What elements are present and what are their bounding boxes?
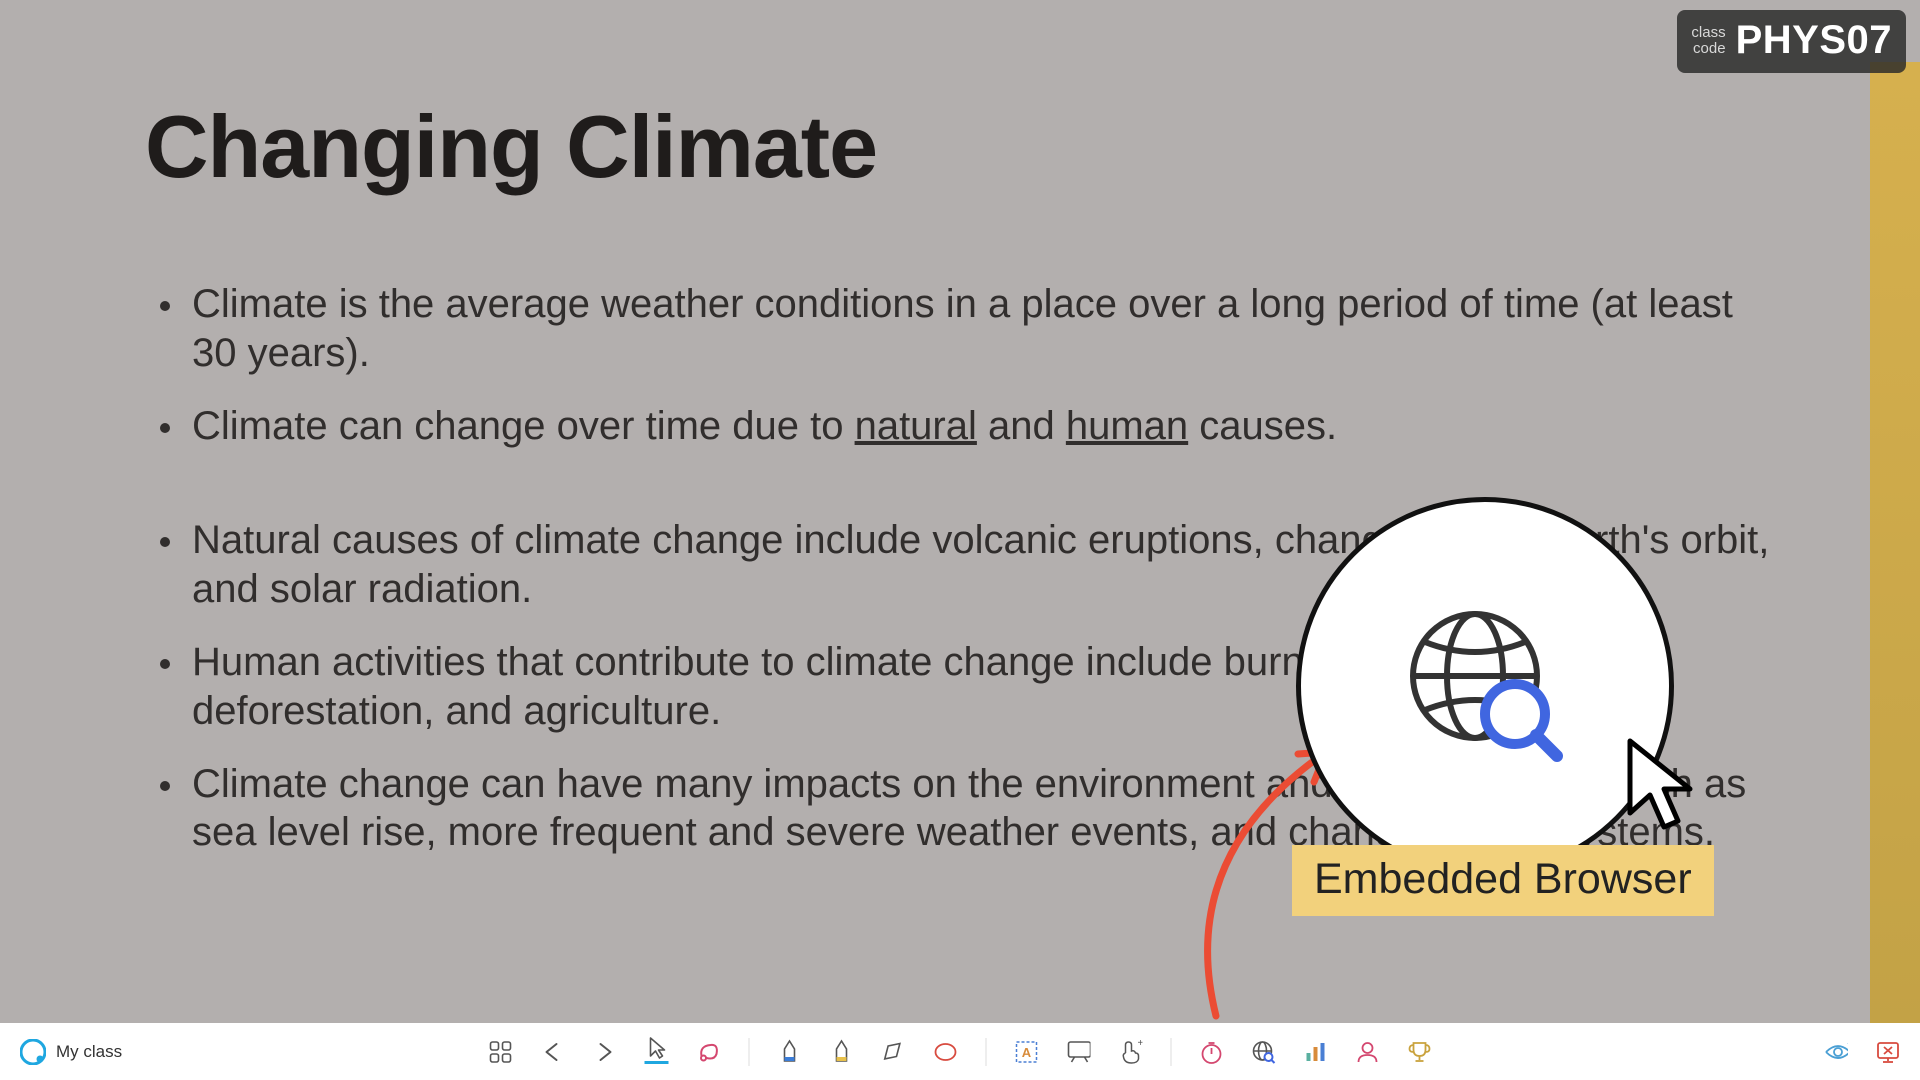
bullet-item: Climate can change over time due to natu… — [160, 402, 1780, 451]
timer-icon[interactable] — [1200, 1040, 1224, 1064]
app-logo-icon[interactable] — [20, 1039, 46, 1065]
slide-title: Changing Climate — [145, 96, 877, 198]
bullet-dot — [160, 423, 170, 433]
student-pick-icon[interactable] — [1356, 1040, 1380, 1064]
toolbar-separator — [749, 1038, 750, 1066]
svg-text:A: A — [1022, 1045, 1032, 1060]
poll-chart-icon[interactable] — [1304, 1040, 1328, 1064]
toolbar-center: A + — [489, 1038, 1432, 1066]
bullet-dot — [160, 537, 170, 547]
bullet-text: Climate can change over time due to natu… — [192, 402, 1337, 451]
gesture-tool-icon[interactable]: + — [1119, 1040, 1143, 1064]
class-code-badge: class code PHYS07 — [1677, 10, 1906, 73]
pen-blue-icon[interactable] — [778, 1040, 802, 1064]
toolbar-right — [1824, 1040, 1900, 1064]
globe-search-icon — [1405, 606, 1565, 766]
lasso-tool-icon[interactable] — [697, 1040, 721, 1064]
bullet-dot — [160, 781, 170, 791]
text-tool-icon[interactable]: A — [1015, 1040, 1039, 1064]
callout-label: Embedded Browser — [1292, 845, 1714, 916]
bullet-dot — [160, 659, 170, 669]
shape-circle-icon[interactable] — [934, 1040, 958, 1064]
trophy-icon[interactable] — [1408, 1040, 1432, 1064]
forward-arrow-icon[interactable] — [593, 1040, 617, 1064]
my-class-label[interactable]: My class — [56, 1042, 122, 1062]
back-arrow-icon[interactable] — [541, 1040, 565, 1064]
callout-magnifier-circle — [1296, 497, 1674, 875]
class-code-value: PHYS07 — [1736, 18, 1892, 63]
visibility-eye-icon[interactable] — [1824, 1040, 1848, 1064]
exit-presentation-icon[interactable] — [1876, 1040, 1900, 1064]
slide-area: class code PHYS07 Changing Climate Clima… — [0, 0, 1920, 1023]
cursor-pointer-icon — [1620, 733, 1710, 843]
apps-icon[interactable] — [489, 1040, 513, 1064]
cursor-tool-icon[interactable] — [645, 1040, 669, 1064]
class-code-label: class code — [1691, 25, 1725, 57]
whiteboard-icon[interactable] — [1067, 1040, 1091, 1064]
svg-text:+: + — [1138, 1039, 1143, 1049]
toolbar-separator — [1171, 1038, 1172, 1066]
bullet-text: Climate is the average weather condition… — [192, 280, 1780, 378]
pen-yellow-icon[interactable] — [830, 1040, 854, 1064]
toolbar-left[interactable]: My class — [20, 1039, 122, 1065]
browser-globe-icon[interactable] — [1252, 1040, 1276, 1064]
bullet-dot — [160, 301, 170, 311]
eraser-icon[interactable] — [882, 1040, 906, 1064]
bullet-item: Climate is the average weather condition… — [160, 280, 1780, 378]
accent-strip — [1870, 62, 1920, 1023]
bottom-toolbar: My class A + — [0, 1023, 1920, 1080]
class-label-line2: code — [1691, 41, 1725, 57]
toolbar-separator — [986, 1038, 987, 1066]
class-label-line1: class — [1691, 25, 1725, 41]
